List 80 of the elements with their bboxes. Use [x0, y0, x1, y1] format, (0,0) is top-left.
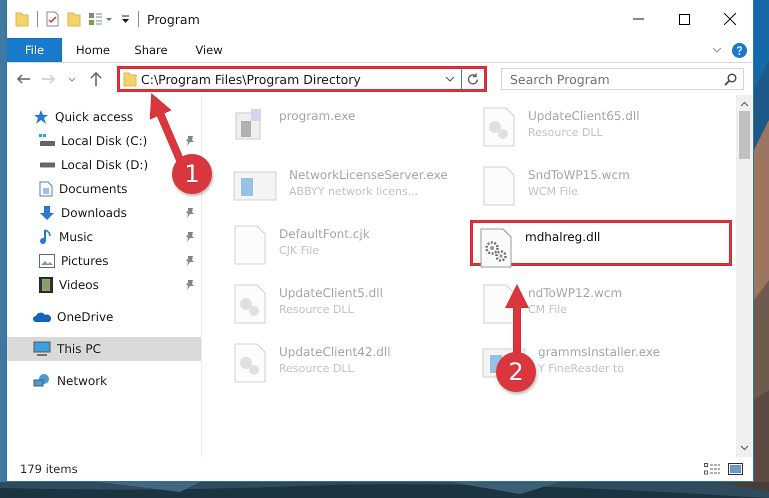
- scroll-up-icon[interactable]: [740, 101, 749, 107]
- nav-item[interactable]: Local Disk (C:): [7, 129, 201, 153]
- file-type: CJK File: [279, 244, 320, 257]
- window-title: Program: [147, 12, 200, 26]
- minimize-icon: [632, 18, 644, 20]
- ribbon-tab[interactable]: View: [180, 38, 238, 62]
- ribbon-tab[interactable]: Home: [64, 38, 122, 62]
- document-icon: [39, 181, 53, 197]
- chevron-down-icon: [68, 76, 76, 82]
- refresh-icon: [467, 73, 479, 85]
- chevron-down-icon[interactable]: [445, 76, 455, 82]
- gear-file-icon: [233, 343, 267, 383]
- star-icon: [33, 109, 49, 125]
- file-name: NetworkLicenseServer.exe: [289, 168, 448, 182]
- nav-item[interactable]: OneDrive: [7, 305, 201, 329]
- drive-icon: [39, 134, 55, 148]
- download-icon: [39, 205, 55, 221]
- file-name: UpdateClient65.dll: [528, 109, 640, 123]
- file-name: mdhalreg.dll: [525, 230, 600, 244]
- up-arrow-icon: [90, 72, 102, 86]
- file-type: Resource DLL: [279, 303, 355, 316]
- file-menu-tab[interactable]: File: [7, 38, 62, 62]
- drive-icon: [39, 162, 55, 168]
- ribbon-tab[interactable]: Share: [122, 38, 180, 62]
- nav-item[interactable]: Quick access: [7, 105, 201, 129]
- scrollbar[interactable]: [736, 95, 753, 457]
- nav-item[interactable]: Downloads: [7, 201, 201, 225]
- file-name: SndToWP15.wcm: [528, 168, 630, 182]
- document-icon: [233, 225, 267, 265]
- folder-icon: [123, 71, 137, 87]
- help-icon[interactable]: [732, 42, 747, 58]
- annotation-arrow: [150, 92, 184, 162]
- search-field[interactable]: Search Program: [501, 68, 744, 90]
- nav-item[interactable]: This PC: [7, 337, 201, 361]
- file-type: WCM File: [528, 185, 579, 198]
- close-icon: [724, 13, 736, 25]
- back-arrow-icon: [17, 74, 31, 84]
- gear-file-icon: [482, 107, 516, 147]
- nav-item[interactable]: Videos: [7, 273, 201, 297]
- view-options-icon[interactable]: [89, 12, 113, 26]
- nav-item[interactable]: Local Disk (D:): [7, 153, 156, 177]
- address-bar[interactable]: C:\Program Files\Program Directory: [117, 66, 487, 92]
- scroll-thumb[interactable]: [739, 111, 750, 159]
- cloud-icon: [33, 311, 51, 323]
- file-type: Resource DLL: [528, 126, 604, 139]
- film-icon: [39, 277, 53, 293]
- gear-file-icon: [479, 228, 513, 268]
- large-icons-view-icon[interactable]: [728, 463, 743, 475]
- file-name: DefaultFont.cjk: [279, 227, 370, 241]
- nav-item[interactable]: Pictures: [7, 249, 201, 273]
- file-type: Y FineReader to: [538, 362, 626, 375]
- file-type: CM File: [528, 303, 568, 316]
- file-item[interactable]: mdhalreg.dll: [470, 220, 732, 266]
- document-icon: [482, 284, 516, 324]
- file-name: grammsInstaller.exe: [538, 345, 660, 359]
- file-name: UpdateClient5.dll: [279, 286, 383, 300]
- file-name: UpdateClient42.dll: [279, 345, 391, 359]
- details-view-icon[interactable]: [704, 463, 720, 475]
- search-icon: [724, 73, 737, 86]
- gear-file-icon: [233, 284, 267, 324]
- file-type: ABBYY network licens...: [289, 185, 420, 198]
- new-folder-icon: [67, 11, 81, 27]
- forward-arrow-icon: [41, 74, 55, 84]
- nav-item[interactable]: Music: [7, 225, 201, 249]
- folder-icon: [15, 11, 29, 27]
- file-name: program.exe: [279, 109, 356, 123]
- properties-icon[interactable]: [46, 11, 59, 27]
- document-icon: [482, 166, 516, 206]
- file-type: Resource DLL: [279, 362, 355, 375]
- network-icon: [33, 373, 51, 389]
- nav-item[interactable]: Network: [7, 369, 201, 393]
- customize-toolbar-icon[interactable]: [121, 14, 130, 24]
- picture-icon: [39, 254, 55, 268]
- music-note-icon: [39, 229, 53, 245]
- nav-item[interactable]: Documents: [7, 177, 136, 201]
- scroll-down-icon[interactable]: [740, 445, 749, 451]
- file-name: ndToWP12.wcm: [528, 286, 622, 300]
- item-count: 179 items: [20, 462, 78, 476]
- computer-icon: [33, 341, 51, 357]
- maximize-icon: [678, 14, 690, 24]
